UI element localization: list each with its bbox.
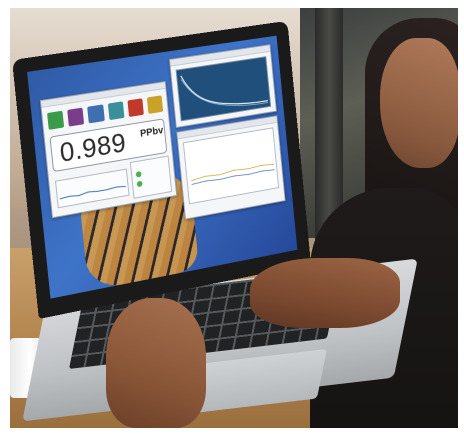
desktop: 0.989 PPbv: [27, 35, 298, 299]
status-led-1: [135, 170, 142, 178]
trend-graph: [55, 168, 130, 209]
app-blue-icon[interactable]: [87, 104, 105, 124]
status-panel: [129, 155, 173, 199]
main-window[interactable]: 0.989 PPbv: [39, 80, 178, 219]
app-teal-icon[interactable]: [107, 101, 125, 121]
decay-curve: [177, 57, 271, 120]
graph-window[interactable]: [168, 44, 277, 129]
status-led-2: [136, 180, 143, 188]
reading-value: 0.989: [58, 127, 128, 168]
data-lines: [184, 128, 278, 203]
app-red-icon[interactable]: [127, 98, 144, 118]
left-hand: [106, 298, 206, 428]
data-window[interactable]: [176, 115, 286, 220]
app-green-icon[interactable]: [47, 110, 65, 130]
trend-line: [56, 170, 128, 207]
app-yellow-icon[interactable]: [146, 95, 164, 114]
data-plot: [182, 127, 280, 205]
app-purple-icon[interactable]: [67, 107, 85, 127]
right-hand: [250, 258, 400, 328]
photo: 0.989 PPbv: [10, 8, 458, 428]
decay-graph: [175, 56, 272, 122]
person-face: [380, 38, 458, 168]
